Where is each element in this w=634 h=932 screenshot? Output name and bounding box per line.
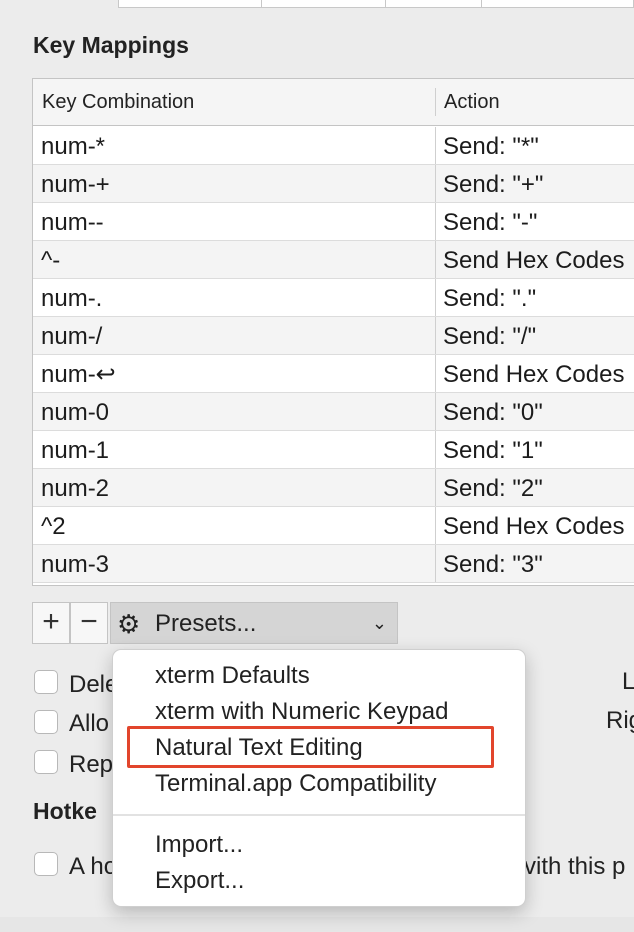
action-cell: Send Hex Codes bbox=[443, 513, 625, 540]
action-cell: Send: "0" bbox=[443, 399, 543, 426]
table-row[interactable]: num-/ Send: "/" bbox=[33, 317, 634, 355]
gear-icon: ⚙ bbox=[117, 609, 141, 639]
action-cell: Send Hex Codes bbox=[443, 361, 625, 388]
table-row[interactable]: ^2 Send Hex Codes bbox=[33, 507, 634, 545]
key-combination-cell: ^2 bbox=[41, 513, 66, 540]
add-mapping-button[interactable]: + bbox=[32, 602, 70, 644]
action-cell: Send Hex Codes bbox=[443, 247, 625, 274]
table-row[interactable]: num-3 Send: "3" bbox=[33, 545, 634, 583]
tab-strip bbox=[118, 0, 634, 8]
table-row[interactable]: num-. Send: "." bbox=[33, 279, 634, 317]
remove-mapping-button[interactable]: − bbox=[70, 602, 108, 644]
table-body: num-* Send: "*" num-+ Send: "+" num-- Send: "… bbox=[33, 127, 634, 583]
menu-item-export[interactable]: Export... bbox=[155, 867, 244, 895]
right-label-rig: Rig bbox=[606, 707, 634, 734]
chevron-down-icon: ⌄ bbox=[371, 613, 387, 633]
hotkey-title: Hotke bbox=[33, 798, 97, 824]
table-row[interactable]: ^- Send Hex Codes bbox=[33, 241, 634, 279]
action-cell: Send: "-" bbox=[443, 209, 538, 236]
table-row[interactable]: num-↩ Send Hex Codes bbox=[33, 355, 634, 393]
action-cell: Send: "1" bbox=[443, 437, 543, 464]
right-label-l: L bbox=[622, 668, 634, 695]
key-combination-cell: ^- bbox=[41, 247, 61, 274]
menu-item-xterm-defaults[interactable]: xterm Defaults bbox=[155, 662, 310, 690]
key-combination-cell: num-2 bbox=[41, 475, 110, 502]
action-cell: Send: "+" bbox=[443, 171, 544, 198]
action-cell: Send: "." bbox=[443, 285, 537, 312]
presets-label: Presets... bbox=[155, 610, 257, 637]
key-combination-cell: num-+ bbox=[41, 171, 110, 198]
footer-strip bbox=[0, 917, 634, 932]
key-combination-cell: num-1 bbox=[41, 437, 110, 464]
table-row[interactable]: num-- Send: "-" bbox=[33, 203, 634, 241]
hotkey-label-left: A ho bbox=[69, 853, 118, 880]
key-mappings-title: Key Mappings bbox=[33, 32, 189, 58]
action-cell: Send: "/" bbox=[443, 323, 537, 350]
key-combination-cell: num-/ bbox=[41, 323, 103, 350]
action-cell: Send: "*" bbox=[443, 133, 539, 160]
hotkey-checkbox[interactable] bbox=[34, 852, 58, 876]
table-header: Key Combination Action bbox=[33, 79, 634, 126]
presets-button[interactable]: ⚙ Presets... ⌄ bbox=[110, 602, 398, 644]
table-row[interactable]: num-0 Send: "0" bbox=[33, 393, 634, 431]
menu-separator bbox=[113, 814, 525, 816]
option-label-1: Dele bbox=[69, 671, 119, 698]
option-label-2: Allo bbox=[69, 710, 110, 737]
menu-item-import[interactable]: Import... bbox=[155, 831, 243, 859]
table-row[interactable]: num-* Send: "*" bbox=[33, 127, 634, 165]
table-row[interactable]: num-2 Send: "2" bbox=[33, 469, 634, 507]
key-combination-cell: num-↩ bbox=[41, 361, 116, 388]
table-row[interactable]: num-+ Send: "+" bbox=[33, 165, 634, 203]
option-checkbox-2[interactable] bbox=[34, 710, 58, 734]
option-checkbox-1[interactable] bbox=[34, 670, 58, 694]
table-row[interactable]: num-1 Send: "1" bbox=[33, 431, 634, 469]
presets-menu: xterm Defaults xterm with Numeric Keypad… bbox=[112, 649, 526, 907]
action-cell: Send: "2" bbox=[443, 475, 543, 502]
key-mappings-table[interactable]: Key Combination Action num-* Send: "*" num… bbox=[32, 78, 634, 586]
key-combination-cell: num-0 bbox=[41, 399, 110, 426]
key-combination-cell: num-. bbox=[41, 285, 103, 312]
column-header-key[interactable]: Key Combination bbox=[42, 79, 194, 125]
key-combination-cell: num-- bbox=[41, 209, 104, 236]
highlight-box bbox=[127, 726, 494, 768]
key-combination-cell: num-* bbox=[41, 133, 106, 160]
option-checkbox-3[interactable] bbox=[34, 750, 58, 774]
menu-item-xterm-numeric-keypad[interactable]: xterm with Numeric Keypad bbox=[155, 698, 448, 726]
hotkey-label-right: vith this p bbox=[524, 853, 626, 880]
option-label-3: Rep bbox=[69, 751, 114, 778]
action-cell: Send: "3" bbox=[443, 551, 543, 578]
menu-item-terminal-app-compatibility[interactable]: Terminal.app Compatibility bbox=[155, 770, 436, 798]
column-header-action[interactable]: Action bbox=[444, 79, 500, 125]
key-combination-cell: num-3 bbox=[41, 551, 110, 578]
